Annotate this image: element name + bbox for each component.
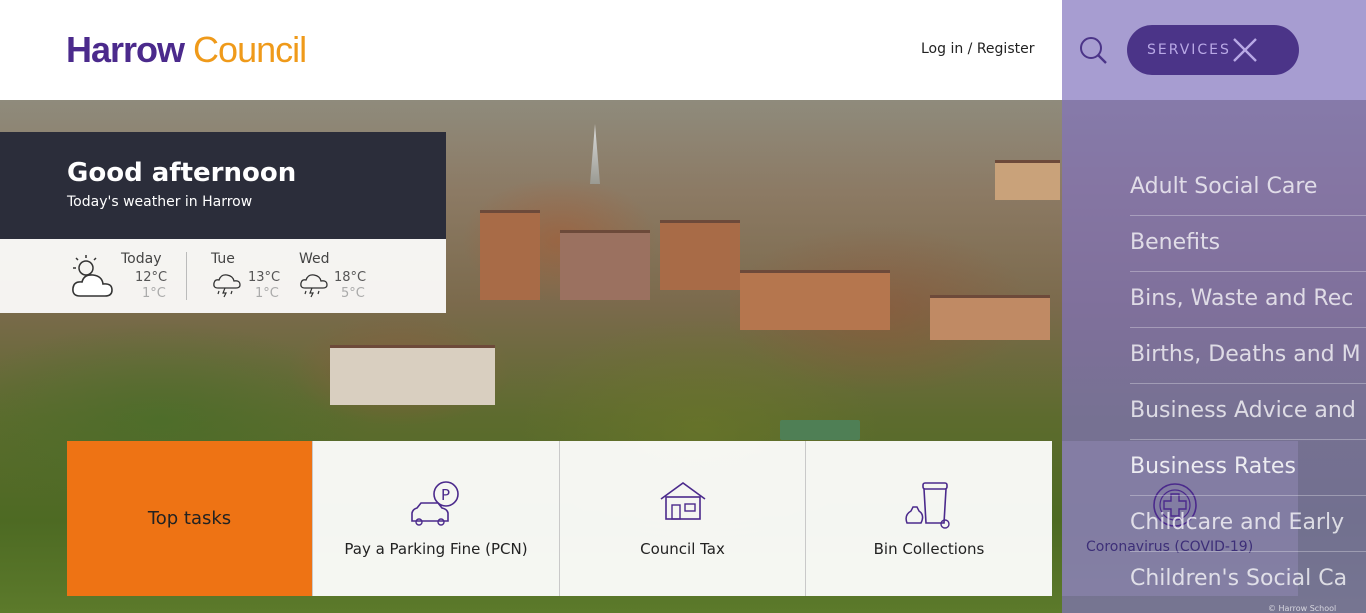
services-menu-item[interactable]: Childcare and Early: [1130, 510, 1344, 535]
photo-building: [330, 345, 495, 405]
task-label: Bin Collections: [873, 540, 985, 558]
services-menu-item[interactable]: Benefits: [1130, 230, 1220, 255]
photo-credit: © Harrow School: [1268, 604, 1337, 613]
menu-divider: [1130, 495, 1366, 496]
services-menu-item[interactable]: Business Advice and: [1130, 398, 1356, 423]
services-menu-item[interactable]: Births, Deaths and M: [1130, 342, 1361, 367]
menu-divider: [1130, 271, 1366, 272]
menu-divider: [1130, 383, 1366, 384]
weather-low-temp: 5°C: [341, 286, 365, 301]
bin-icon: [905, 482, 950, 529]
task-label: Council Tax: [640, 540, 725, 558]
tennis-court: [780, 420, 860, 440]
logo-word-council: Council: [193, 29, 307, 70]
partly-cloudy-icon: [72, 255, 113, 297]
top-tasks-heading-tile: Top tasks: [67, 441, 312, 596]
top-tasks-heading: Top tasks: [147, 508, 232, 529]
thunder-cloud-icon: [213, 274, 241, 298]
weather-high-temp: 12°C: [135, 270, 168, 285]
weather-day-label: Tue: [211, 251, 235, 267]
photo-building: [660, 220, 740, 290]
thunder-cloud-icon: [300, 274, 328, 298]
house-icon: [660, 482, 705, 520]
harrow-council-logo[interactable]: Harrow Council: [66, 29, 307, 70]
greeting-title: Good afternoon: [67, 158, 297, 188]
weather-day-label: Wed: [299, 251, 330, 267]
task-tile-council-tax[interactable]: Council Tax: [559, 441, 805, 596]
search-icon[interactable]: [1078, 35, 1108, 65]
church-spire: [590, 124, 600, 184]
weather-divider: [186, 252, 187, 300]
weather-low-temp: 1°C: [142, 286, 166, 301]
photo-building: [480, 210, 540, 300]
greeting-subtitle: Today's weather in Harrow: [67, 194, 253, 210]
services-button[interactable]: SERVICES: [1127, 25, 1299, 75]
services-menu-item[interactable]: Bins, Waste and Rec: [1130, 286, 1353, 311]
weather-high-temp: 13°C: [248, 270, 281, 285]
task-tile-bin-collections[interactable]: Bin Collections: [805, 441, 1052, 596]
logo-word-harrow: Harrow: [66, 29, 185, 70]
photo-building: [995, 160, 1060, 200]
weather-day-label: Today: [121, 251, 162, 267]
menu-divider: [1130, 551, 1366, 552]
photo-building: [930, 295, 1050, 340]
menu-divider: [1130, 215, 1366, 216]
menu-divider: [1130, 439, 1366, 440]
photo-building: [740, 270, 890, 330]
services-button-label: SERVICES: [1147, 42, 1231, 58]
weather-high-temp: 18°C: [334, 270, 367, 285]
services-menu-item[interactable]: Children's Social Ca: [1130, 566, 1347, 591]
login-register-link[interactable]: Log in / Register: [921, 41, 1034, 57]
task-tile-parking-fine[interactable]: P Pay a Parking Fine (PCN): [312, 441, 559, 596]
menu-divider: [1130, 327, 1366, 328]
task-label: Pay a Parking Fine (PCN): [344, 540, 528, 558]
parking-car-icon: P: [411, 481, 459, 526]
close-icon: [1233, 38, 1257, 62]
task-label: Coronavirus (COVID-19): [1086, 539, 1254, 555]
svg-text:P: P: [441, 486, 450, 504]
photo-building: [560, 230, 650, 300]
weather-low-temp: 1°C: [255, 286, 279, 301]
services-menu-item[interactable]: Adult Social Care: [1130, 174, 1317, 199]
services-menu-item[interactable]: Business Rates: [1130, 454, 1296, 479]
